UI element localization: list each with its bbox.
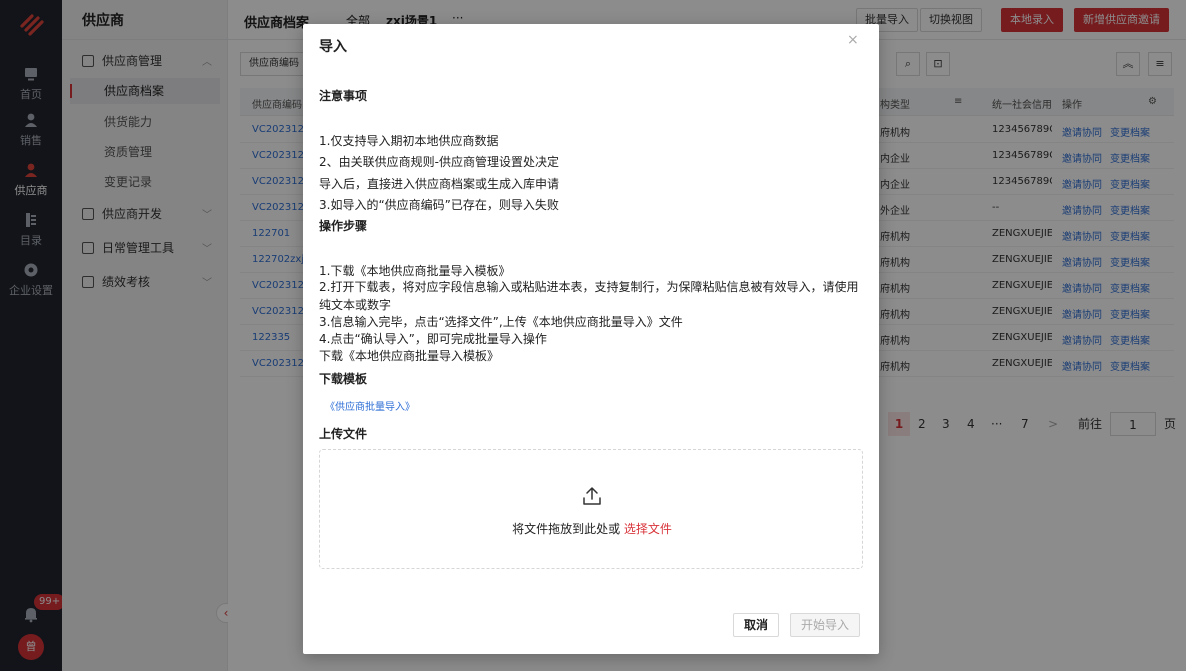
step-5: 下载《本地供应商批量导入模板》 bbox=[319, 349, 500, 363]
close-icon[interactable]: × bbox=[847, 32, 859, 48]
note-4: 3.如导入的“供应商编码”已存在，则导入失败 bbox=[319, 198, 559, 212]
dropzone-text: 将文件拖放到此处或 选择文件 bbox=[320, 520, 864, 537]
file-dropzone[interactable]: 将文件拖放到此处或 选择文件 bbox=[319, 449, 863, 569]
note-2: 2、由关联供应商规则-供应商管理设置处决定 bbox=[319, 155, 559, 169]
notes-heading: 注意事项 bbox=[319, 89, 368, 103]
note-3: 导入后，直接进入供应商档案或生成入库申请 bbox=[319, 177, 560, 191]
import-modal: 导入 × 注意事项 1.仅支持导入期初本地供应商数据 2、由关联供应商规则-供应… bbox=[303, 24, 879, 654]
step-3: 3.信息输入完毕，点击“选择文件”,上传《本地供应商批量导入》文件 bbox=[319, 315, 683, 329]
upload-heading: 上传文件 bbox=[319, 427, 368, 441]
step-4: 4.点击“确认导入”，即可完成批量导入操作 bbox=[319, 332, 547, 346]
start-import-button[interactable]: 开始导入 bbox=[790, 613, 861, 637]
modal-title: 导入 bbox=[319, 39, 347, 55]
template-heading: 下载模板 bbox=[319, 372, 368, 386]
note-1: 1.仅支持导入期初本地供应商数据 bbox=[319, 134, 499, 148]
steps-heading: 操作步骤 bbox=[319, 219, 368, 233]
cancel-button[interactable]: 取消 bbox=[733, 613, 780, 637]
upload-icon bbox=[583, 487, 601, 505]
template-download-link[interactable]: 《供应商批量导入》 bbox=[325, 398, 415, 413]
select-file-link[interactable]: 选择文件 bbox=[624, 522, 672, 536]
step-2: 2.打开下载表，将对应字段信息输入或粘贴进本表，支持复制行，为保障粘贴信息被有效… bbox=[319, 280, 859, 312]
drop-hint: 将文件拖放到此处或 bbox=[512, 522, 621, 536]
